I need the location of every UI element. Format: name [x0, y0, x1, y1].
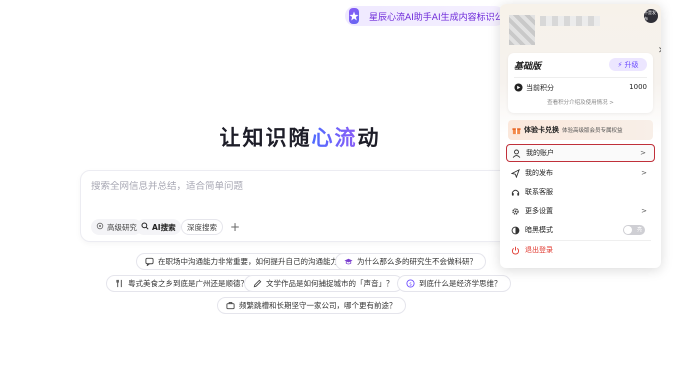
research-icon — [96, 222, 104, 232]
menu-item-dark-mode[interactable]: 暗黑模式 亮 — [506, 221, 655, 239]
send-icon — [511, 168, 520, 178]
search-input[interactable] — [91, 181, 491, 192]
menu-item-label: 我的发布 — [525, 169, 553, 177]
toggle-label: 亮 — [636, 227, 642, 233]
hero-title-part3: 动 — [357, 126, 381, 150]
suggestion-chip[interactable]: $ 到底什么是经济学思维？ — [397, 275, 511, 292]
user-thumb[interactable]: 不是发布 — [644, 9, 658, 23]
gift-icon — [512, 127, 521, 134]
chevron-right-icon: > — [641, 169, 647, 177]
points-info-link[interactable]: 查看积分介绍及使用情况 > — [508, 98, 653, 106]
suggestion-chip[interactable]: 粤式美食之乡到底是广州还是顺德？ — [106, 275, 257, 292]
upgrade-label: 升级 — [624, 60, 639, 69]
banner-text: 星辰心流AI助手AI生成内容标识公告 — [369, 12, 505, 23]
menu-item-label: 我的账户 — [526, 149, 554, 157]
chat-icon — [145, 257, 154, 266]
mode-ai-label: AI搜索 — [152, 222, 176, 232]
svg-text:$: $ — [409, 281, 412, 287]
gear-icon — [511, 207, 520, 216]
menu-item-label: 联系客服 — [525, 188, 553, 196]
food-icon — [115, 279, 124, 288]
coin-icon: $ — [406, 279, 415, 288]
headset-icon — [511, 188, 520, 197]
bolt-icon: ⚡ — [617, 60, 623, 69]
mode-deep-label: 深度搜索 — [187, 222, 217, 232]
points-icon — [514, 83, 523, 92]
trial-desc: 体验高级版会员专属权益 — [562, 128, 623, 134]
graduation-icon — [344, 257, 353, 266]
menu-item-my-posts[interactable]: 我的发布 > — [506, 164, 655, 182]
avatar[interactable] — [509, 15, 535, 45]
suggestion-chip[interactable]: 文学作品是如何捕捉城市的「声音」？ — [244, 275, 403, 292]
user-name-redacted — [540, 16, 600, 26]
points-label: 当前积分 — [526, 84, 554, 92]
moon-icon — [511, 226, 520, 235]
power-icon — [511, 246, 520, 255]
menu-item-label: 暗黑模式 — [525, 226, 553, 234]
mode-ai-search[interactable]: AI搜索 — [136, 219, 181, 235]
suggestion-chip[interactable]: 频繁跳槽和长期坚守一家公司，哪个更有前途？ — [217, 297, 406, 314]
trial-title: 体验卡兑换 — [524, 126, 559, 134]
user-thumb-label: 不是发布 — [644, 10, 656, 21]
pen-icon — [253, 279, 262, 288]
briefcase-icon — [226, 301, 235, 310]
suggestion-text: 到底什么是经济学思维？ — [419, 279, 502, 288]
divider — [514, 77, 647, 78]
upgrade-button[interactable]: ⚡ 升级 — [609, 58, 647, 71]
suggestion-text: 文学作品是如何捕捉城市的「声音」？ — [266, 279, 394, 288]
search-icon — [141, 222, 149, 232]
star-icon — [349, 8, 359, 24]
hero-title-part1: 让知识随 — [219, 126, 312, 150]
add-button[interactable]: + — [227, 219, 243, 235]
points-value: 1000 — [629, 83, 647, 91]
suggestion-chip[interactable]: 为什么那么多的研究生不会做科研？ — [335, 253, 486, 270]
toggle-knob — [624, 226, 632, 234]
user-icon — [512, 149, 521, 158]
menu-item-more-settings[interactable]: 更多设置 > — [506, 202, 655, 220]
menu-item-label: 退出登录 — [525, 246, 553, 254]
suggestion-text: 在职场中沟通能力非常重要，如何提升自己的沟通能力？ — [158, 257, 346, 266]
suggestion-text: 频繁跳槽和长期坚守一家公司，哪个更有前途？ — [239, 301, 397, 310]
menu-item-my-account[interactable]: 我的账户 > — [506, 144, 655, 162]
account-dropdown: 不是发布 ✕ 基础版 ⚡ 升级 当前积分 1000 查看积分介绍及使用情况 > … — [500, 4, 661, 268]
menu-item-label: 更多设置 — [525, 207, 553, 215]
hero-title-highlight: 心流 — [311, 126, 358, 150]
suggestion-text: 粤式美食之乡到底是广州还是顺德？ — [128, 279, 248, 288]
mode-deep-search[interactable]: 深度搜索 — [181, 219, 223, 235]
menu-item-support[interactable]: 联系客服 — [506, 183, 655, 201]
trial-card-redeem[interactable]: 体验卡兑换 体验高级版会员专属权益 — [508, 120, 653, 140]
dark-mode-toggle[interactable]: 亮 — [623, 225, 645, 235]
close-icon[interactable]: ✕ — [658, 46, 661, 56]
mode-advanced-label: 高级研究 — [107, 222, 137, 232]
plan-name: 基础版 — [514, 62, 542, 72]
chevron-right-icon: > — [640, 149, 646, 157]
suggestion-chip[interactable]: 在职场中沟通能力非常重要，如何提升自己的沟通能力？ — [136, 253, 355, 270]
mode-advanced-research[interactable]: 高级研究 — [91, 219, 142, 235]
suggestion-text: 为什么那么多的研究生不会做科研？ — [357, 257, 477, 266]
chevron-right-icon: > — [641, 207, 647, 215]
announcement-banner[interactable]: 星辰心流AI助手AI生成内容标识公告 — [345, 6, 505, 26]
menu-item-logout[interactable]: 退出登录 — [506, 241, 655, 259]
app-page: 星辰心流AI助手AI生成内容标识公告 让知识随心流动 高级研究 AI搜索 深度搜… — [0, 0, 690, 374]
plan-card: 基础版 ⚡ 升级 当前积分 1000 查看积分介绍及使用情况 > — [508, 53, 653, 113]
